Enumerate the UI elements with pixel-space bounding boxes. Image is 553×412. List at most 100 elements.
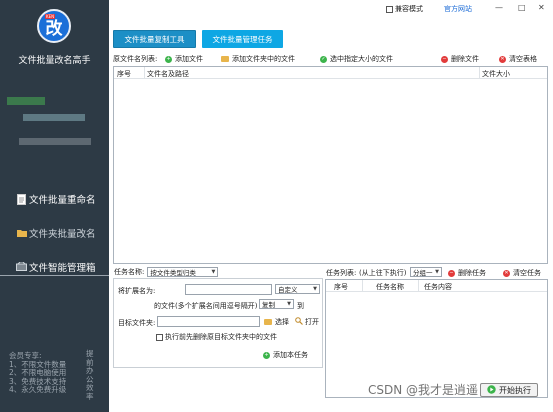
blurred-info <box>7 97 45 105</box>
document-icon <box>16 193 27 205</box>
open-folder-button[interactable]: 打开 <box>295 317 319 327</box>
close-icon: ✕ <box>503 269 510 277</box>
column-task-content: 任务内容 <box>424 283 452 291</box>
watermark: CSDN @我才是逍遥 <box>368 383 479 397</box>
copy-mode-value: 复制 <box>262 301 275 309</box>
open-label: 打开 <box>305 318 319 326</box>
delete-task-button[interactable]: − 删除任务 <box>448 268 486 278</box>
column-index: 序号 <box>117 70 131 78</box>
compat-checkbox[interactable] <box>386 5 393 13</box>
add-file-button[interactable]: + 添加文件 <box>165 54 203 64</box>
task-group-select[interactable]: 分组一 ▼ <box>410 267 442 277</box>
chevron-down-icon: ▼ <box>211 269 216 275</box>
file-list-label: 原文件名列表: <box>113 55 158 63</box>
sidebar: KEN 改 文件批量改名高手 文件批量重命名 文件夹批量改名 文件智能管理箱 会… <box>0 0 109 412</box>
minimize-button[interactable]: — <box>495 3 503 12</box>
plus-icon: + <box>263 351 270 359</box>
folder-icon <box>16 228 27 239</box>
folder-icon <box>221 56 229 62</box>
file-table-header: 序号 文件名及路径 文件大小 <box>114 67 547 79</box>
delete-file-button[interactable]: − 删除文件 <box>441 54 479 64</box>
delete-task-label: 删除任务 <box>458 269 486 277</box>
task-name-value: 按文件类型归类 <box>150 269 196 277</box>
copy-mode-select[interactable]: 复制 ▼ <box>259 299 294 309</box>
tab-batch-copy[interactable]: 文件批量复制工具 <box>113 30 196 48</box>
plus-icon: + <box>165 55 172 63</box>
folder-icon <box>264 319 272 325</box>
pre-delete-checkbox[interactable] <box>156 333 163 341</box>
task-name-row: 任务名称: 按文件类型归类 ▼ <box>114 267 219 277</box>
sidebar-item-smart-box[interactable]: 文件智能管理箱 <box>0 258 109 276</box>
sidebar-item-folder-rename[interactable]: 文件夹批量改名 <box>0 224 109 242</box>
ext-preset-select[interactable]: 自定义 ▼ <box>275 284 320 294</box>
title-bar: 兼容模式 官方网站 — □ ✕ <box>109 0 553 18</box>
column-index: 序号 <box>334 283 348 291</box>
to-label: 到 <box>297 302 304 310</box>
pre-delete-toggle[interactable]: 执行前先删除原目标文件夹中的文件 <box>156 332 277 342</box>
box-icon <box>16 261 27 272</box>
column-task-name: 任务名称 <box>376 283 404 291</box>
compat-mode-toggle[interactable]: 兼容模式 <box>386 4 423 14</box>
chevron-down-icon: ▼ <box>287 301 291 307</box>
clear-table-button[interactable]: ✕ 清空表格 <box>499 54 537 64</box>
choose-folder-button[interactable]: 选择 <box>264 317 289 327</box>
chevron-down-icon: ▼ <box>435 269 439 275</box>
task-table-header: 序号 任务名称 任务内容 <box>326 280 547 292</box>
select-by-size-button[interactable]: ✓ 选中指定大小的文件 <box>320 54 393 64</box>
task-list-label: 任务列表: <box>326 269 357 277</box>
tab-batch-manage[interactable]: 文件批量管理任务 <box>202 30 283 48</box>
sidebar-item-label: 文件夹批量改名 <box>29 229 96 240</box>
member-benefits: 会员专享: 1、不限文件数量 2、不限电脑使用 3、免费技术支持 4、永久免费升… <box>9 351 67 395</box>
chevron-down-icon: ▼ <box>313 286 317 292</box>
choose-label: 选择 <box>275 318 289 326</box>
minus-icon: − <box>441 55 448 63</box>
blurred-info <box>19 138 91 145</box>
delete-file-label: 删除文件 <box>451 55 479 63</box>
blurred-info <box>23 114 85 121</box>
task-group-value: 分组一 <box>413 269 433 277</box>
magnifier-icon <box>295 317 303 327</box>
add-task-label: 添加本任务 <box>273 351 308 359</box>
compat-label: 兼容模式 <box>395 5 423 13</box>
task-name-label: 任务名称: <box>114 268 145 276</box>
add-task-button[interactable]: + 添加本任务 <box>263 350 308 360</box>
file-table[interactable]: 序号 文件名及路径 文件大小 <box>113 66 548 264</box>
execute-button[interactable]: 开始执行 <box>480 383 538 397</box>
task-name-select[interactable]: 按文件类型归类 ▼ <box>147 267 219 277</box>
minus-icon: − <box>448 269 455 277</box>
ext-preset-value: 自定义 <box>278 286 298 294</box>
ext-note: 的文件(多个扩展名间用逗号隔开) <box>154 302 258 310</box>
official-site-link[interactable]: 官方网站 <box>444 4 472 14</box>
logo-glyph: 改 <box>45 18 63 39</box>
efficiency-slogan: 提前办公效率 <box>86 349 94 401</box>
benefit-line: 4、永久免费升级 <box>9 385 67 394</box>
column-path: 文件名及路径 <box>147 70 189 78</box>
add-file-label: 添加文件 <box>175 55 203 63</box>
select-by-size-label: 选中指定大小的文件 <box>330 55 393 63</box>
logo-badge: KEN <box>45 14 56 19</box>
column-size: 文件大小 <box>482 70 510 78</box>
app-logo: KEN 改 <box>37 9 71 43</box>
maximize-button[interactable]: □ <box>518 3 526 12</box>
file-list-toolbar: 原文件名列表: + 添加文件 添加文件夹中的文件 ✓ 选中指定大小的文件 − 删… <box>109 53 553 64</box>
target-folder-input[interactable] <box>157 316 260 327</box>
play-icon <box>487 384 496 396</box>
sidebar-item-label: 文件智能管理箱 <box>29 262 96 274</box>
sidebar-item-batch-rename[interactable]: 文件批量重命名 <box>0 190 109 208</box>
pre-delete-label: 执行前先删除原目标文件夹中的文件 <box>165 333 277 341</box>
ext-input[interactable] <box>185 284 272 295</box>
close-icon: ✕ <box>499 55 506 63</box>
task-order-note: (从上往下执行) <box>359 269 407 277</box>
execute-label: 开始执行 <box>499 385 531 395</box>
ext-label: 将扩展名为: <box>118 287 156 295</box>
close-button[interactable]: ✕ <box>538 3 545 12</box>
add-folder-files-label: 添加文件夹中的文件 <box>232 55 295 63</box>
add-folder-files-button[interactable]: 添加文件夹中的文件 <box>221 54 295 64</box>
clear-tasks-label: 清空任务 <box>513 269 541 277</box>
sidebar-item-label: 文件批量重命名 <box>29 195 96 206</box>
clear-table-label: 清空表格 <box>509 55 537 63</box>
target-folder-label: 目标文件夹: <box>118 319 156 327</box>
clear-tasks-button[interactable]: ✕ 清空任务 <box>503 268 541 278</box>
app-title: 文件批量改名高手 <box>18 56 91 66</box>
check-icon: ✓ <box>320 55 327 63</box>
